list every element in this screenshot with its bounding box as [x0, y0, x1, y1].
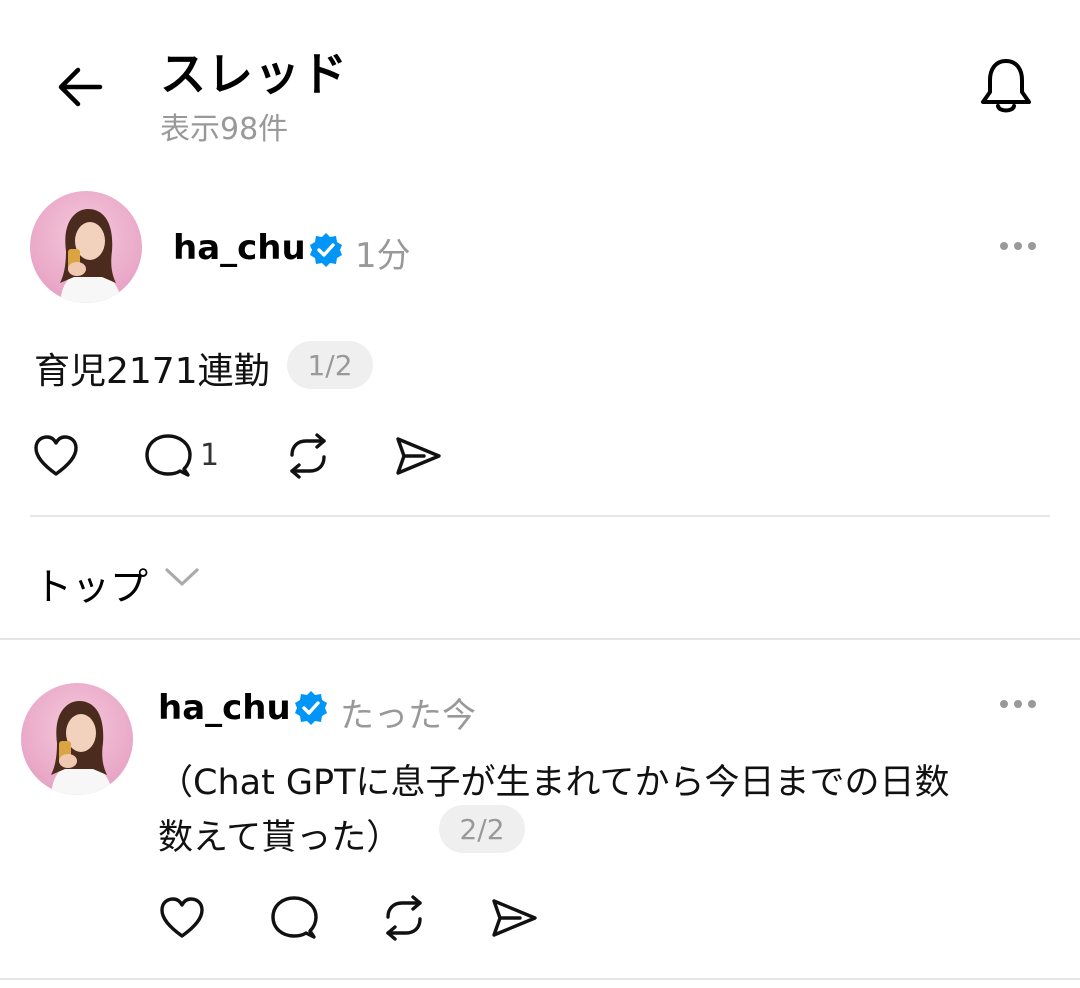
repost-icon [290, 433, 326, 479]
back-button[interactable] [40, 52, 120, 122]
comment-count: 1 [200, 438, 220, 473]
notification-button[interactable] [966, 52, 1046, 122]
post-text: 育児2171連勤 [34, 351, 270, 392]
repost-icon [386, 895, 422, 941]
chevron-down-icon[interactable] [160, 558, 204, 598]
reply-text-line1: （Chat GPTに息子が生まれてから今日までの日数 [158, 763, 950, 803]
like-button[interactable] [156, 892, 208, 944]
thread-pager: 2/2 [439, 805, 525, 853]
avatar[interactable] [30, 191, 142, 303]
thread-pager: 1/2 [287, 341, 373, 389]
more-options-icon[interactable] [988, 684, 1048, 724]
share-button[interactable] [392, 430, 444, 482]
bell-icon [981, 59, 1031, 113]
divider [0, 978, 1080, 980]
post-timestamp: 1分 [355, 236, 411, 276]
reply-text-line2: 数えて貰った） [158, 818, 402, 858]
divider [30, 515, 1050, 517]
sort-selector[interactable]: トップ [34, 556, 148, 611]
heart-icon [34, 435, 78, 476]
view-count: 表示98件 [160, 112, 289, 147]
verified-badge-icon [293, 690, 329, 726]
verified-badge-icon [308, 232, 344, 268]
comment-button[interactable] [268, 892, 320, 944]
send-icon [396, 437, 441, 475]
comment-button[interactable] [142, 430, 194, 482]
like-button[interactable] [30, 430, 82, 482]
heart-icon [160, 897, 204, 938]
repost-button[interactable] [282, 430, 334, 482]
avatar[interactable] [21, 683, 133, 795]
divider [0, 638, 1080, 640]
reply-username[interactable]: ha_chu [158, 688, 291, 728]
send-icon [492, 899, 537, 937]
arrow-left-icon [58, 67, 103, 107]
page-title: スレッド [160, 47, 348, 101]
share-button[interactable] [488, 892, 540, 944]
comment-icon [145, 434, 192, 477]
repost-button[interactable] [378, 892, 430, 944]
reply-timestamp: たった今 [340, 696, 476, 736]
more-options-icon[interactable] [988, 226, 1048, 266]
comment-icon [271, 896, 318, 939]
post-username[interactable]: ha_chu [173, 228, 306, 268]
